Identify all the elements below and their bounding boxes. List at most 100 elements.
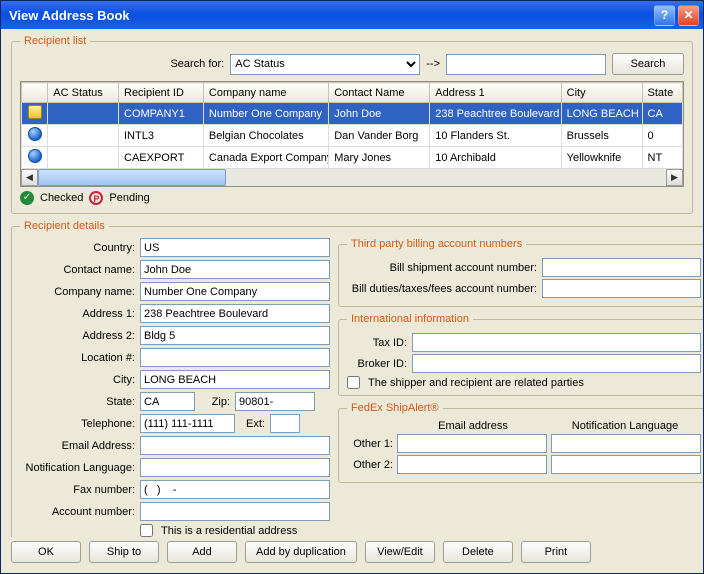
shipalert-lang-header: Notification Language	[549, 420, 701, 432]
window: View Address Book ? ✕ Recipient list Sea…	[0, 0, 704, 574]
city-label: City:	[20, 374, 135, 386]
address2-label: Address 2:	[20, 330, 135, 342]
search-button[interactable]: Search	[612, 53, 684, 75]
view-edit-button[interactable]: View/Edit	[365, 541, 435, 563]
bill-ship-input[interactable]	[542, 258, 701, 277]
other1-label: Other 1:	[347, 438, 393, 450]
cell-state: NT	[642, 147, 683, 169]
recipient-list-legend: Recipient list	[20, 35, 90, 47]
related-parties-checkbox[interactable]	[347, 376, 360, 389]
telephone-input[interactable]	[140, 414, 235, 433]
scroll-thumb[interactable]	[38, 169, 226, 186]
broker-id-input[interactable]	[412, 354, 701, 373]
th-recipient-id[interactable]: Recipient ID	[119, 83, 204, 103]
cell-city: LONG BEACH	[561, 103, 642, 125]
fax-label: Fax number:	[20, 484, 135, 496]
table-row[interactable]: CAEXPORTCanada Export CompanyMary Jones1…	[22, 147, 683, 169]
country-input[interactable]	[140, 238, 330, 257]
checked-label: Checked	[40, 192, 83, 204]
account-number-input[interactable]	[140, 502, 330, 521]
email-label: Email Address:	[20, 440, 135, 452]
third-party-legend: Third party billing account numbers	[347, 238, 526, 250]
scroll-right-button[interactable]: ▶	[666, 169, 683, 186]
third-party-fieldset: Third party billing account numbers Bill…	[338, 238, 703, 307]
related-parties-row[interactable]: The shipper and recipient are related pa…	[347, 376, 701, 389]
other1-email-input[interactable]	[397, 434, 547, 453]
th-address1[interactable]: Address 1	[430, 83, 561, 103]
residential-label: This is a residential address	[161, 525, 297, 537]
tax-id-label: Tax ID:	[347, 337, 407, 349]
city-input[interactable]	[140, 370, 330, 389]
location-input[interactable]	[140, 348, 330, 367]
globe-icon	[28, 149, 42, 163]
state-input[interactable]	[140, 392, 195, 411]
row-icon-cell	[22, 147, 48, 169]
address2-input[interactable]	[140, 326, 330, 345]
print-button[interactable]: Print	[521, 541, 591, 563]
bill-ship-label: Bill shipment account number:	[347, 262, 537, 274]
help-button[interactable]: ?	[654, 5, 675, 26]
th-contact-name[interactable]: Contact Name	[329, 83, 430, 103]
other2-email-input[interactable]	[397, 455, 547, 474]
other1-lang-input[interactable]	[551, 434, 701, 453]
recipient-list-fieldset: Recipient list Search for: AC Status -->…	[11, 35, 693, 214]
fax-input[interactable]	[140, 480, 330, 499]
th-ac-status[interactable]: AC Status	[48, 83, 119, 103]
shipalert-fieldset: FedEx ShipAlert® Email address Notificat…	[338, 402, 703, 483]
recipient-details-fieldset: Recipient details Country: Contact name:…	[11, 220, 703, 537]
cell-ac-status	[48, 103, 119, 125]
bill-duties-input[interactable]	[542, 279, 701, 298]
contact-name-input[interactable]	[140, 260, 330, 279]
address1-input[interactable]	[140, 304, 330, 323]
cell-state: CA	[642, 103, 683, 125]
cell-address1: 10 Flanders St.	[430, 125, 561, 147]
add-button[interactable]: Add	[167, 541, 237, 563]
pending-icon: P	[89, 191, 103, 205]
row-icon-cell	[22, 125, 48, 147]
notif-lang-input[interactable]	[140, 458, 330, 477]
telephone-label: Telephone:	[20, 418, 135, 430]
pending-label: Pending	[109, 192, 149, 204]
h-scrollbar[interactable]: ◀ ▶	[21, 169, 683, 186]
country-label: Country:	[20, 242, 135, 254]
row-icon-cell	[22, 103, 48, 125]
th-icon[interactable]	[22, 83, 48, 103]
recipient-details-legend: Recipient details	[20, 220, 109, 232]
cell-state: 0	[642, 125, 683, 147]
email-input[interactable]	[140, 436, 330, 455]
scroll-left-button[interactable]: ◀	[21, 169, 38, 186]
broker-id-label: Broker ID:	[347, 358, 407, 370]
scroll-track[interactable]	[38, 169, 666, 186]
company-name-input[interactable]	[140, 282, 330, 301]
residential-checkbox[interactable]	[140, 524, 153, 537]
company-name-label: Company name:	[20, 286, 135, 298]
ok-button[interactable]: OK	[11, 541, 81, 563]
th-company-name[interactable]: Company name	[203, 83, 328, 103]
notif-lang-label: Notification Language:	[20, 462, 135, 474]
search-for-dropdown[interactable]: AC Status	[230, 54, 420, 75]
ship-to-button[interactable]: Ship to	[89, 541, 159, 563]
residential-row[interactable]: This is a residential address	[140, 524, 330, 537]
table-row[interactable]: INTL3Belgian ChocolatesDan Vander Borg10…	[22, 125, 683, 147]
zip-input[interactable]	[235, 392, 315, 411]
ext-input[interactable]	[270, 414, 300, 433]
card-icon	[28, 105, 42, 119]
title-bar: View Address Book ? ✕	[1, 1, 703, 29]
add-by-duplication-button[interactable]: Add by duplication	[245, 541, 357, 563]
details-left-column: Country: Contact name: Company name: Add…	[20, 238, 330, 537]
cell-contact-name: John Doe	[329, 103, 430, 125]
th-state[interactable]: State	[642, 83, 683, 103]
delete-button[interactable]: Delete	[443, 541, 513, 563]
intl-legend: International information	[347, 313, 473, 325]
cell-company-name: Number One Company	[203, 103, 328, 125]
table-row[interactable]: COMPANY1Number One CompanyJohn Doe238 Pe…	[22, 103, 683, 125]
th-city[interactable]: City	[561, 83, 642, 103]
related-parties-label: The shipper and recipient are related pa…	[368, 377, 584, 389]
other2-lang-input[interactable]	[551, 455, 701, 474]
close-button[interactable]: ✕	[678, 5, 699, 26]
search-input[interactable]	[446, 54, 606, 75]
cell-city: Yellowknife	[561, 147, 642, 169]
cell-ac-status	[48, 147, 119, 169]
tax-id-input[interactable]	[412, 333, 701, 352]
cell-ac-status	[48, 125, 119, 147]
